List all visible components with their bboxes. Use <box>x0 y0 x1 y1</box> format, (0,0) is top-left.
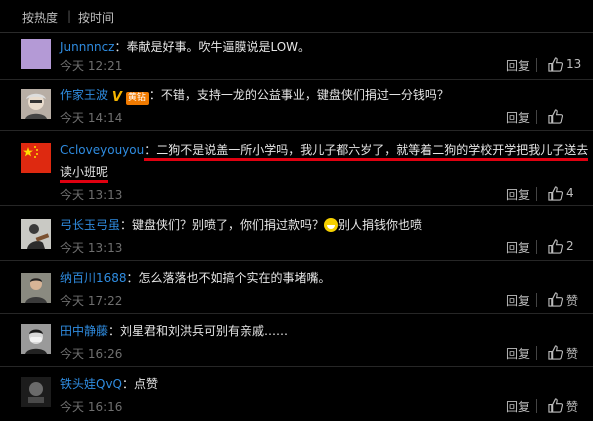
like-button[interactable]: 13 <box>548 57 588 73</box>
reply-button[interactable]: 回复 <box>506 292 530 309</box>
like-button[interactable]: 2 <box>548 239 588 255</box>
like-button[interactable]: 赞 <box>548 345 588 361</box>
divider <box>536 110 537 124</box>
reply-button[interactable]: 回复 <box>506 345 530 362</box>
comment-username[interactable]: 弓长玉弓虽 <box>60 218 120 232</box>
avatar[interactable] <box>21 377 51 407</box>
comment-time: 今天 13:13 <box>60 241 123 255</box>
like-button[interactable]: 4 <box>548 186 588 202</box>
comment-item: 铁头娃QvQ：点赞 今天 16:16 回复 赞 <box>0 367 593 421</box>
reply-button[interactable]: 回复 <box>506 57 530 74</box>
tab-separator: | <box>67 9 72 23</box>
thumbs-up-icon <box>548 109 563 124</box>
comment-time: 今天 12:21 <box>60 59 123 73</box>
verified-v-icon: V <box>111 90 122 105</box>
thumbs-up-icon <box>548 345 563 360</box>
comment-item: 田中静藤：刘星君和刘洪兵可别有亲戚…… 今天 16:26 回复 赞 <box>0 314 593 367</box>
like-count: 4 <box>566 186 574 200</box>
comment-item: 纳百川1688：怎么落落也不如搞个实在的事堵嘴。 今天 17:22 回复 赞 <box>0 261 593 314</box>
comment-username[interactable]: Ccloveyouyou <box>60 143 144 157</box>
like-count: 2 <box>566 239 574 253</box>
reply-button[interactable]: 回复 <box>506 239 530 256</box>
comment-text-highlighted-cont: 读小班呢 <box>60 165 109 183</box>
comment-time: 今天 16:16 <box>60 400 123 414</box>
like-count: 赞 <box>566 400 579 414</box>
tab-sort-by-time[interactable]: 按时间 <box>78 9 114 26</box>
like-button[interactable] <box>548 109 588 125</box>
avatar[interactable] <box>21 273 51 303</box>
comment-time: 今天 16:26 <box>60 347 123 361</box>
avatar[interactable] <box>21 89 51 119</box>
reply-button[interactable]: 回复 <box>506 398 530 415</box>
divider <box>536 399 537 413</box>
comment-text-highlighted: ：二狗不是说盖一所小学吗，我儿子都六岁了，就等着二狗的学校开学把我儿子送去 <box>144 143 589 161</box>
avatar[interactable] <box>21 39 51 69</box>
comment-username[interactable]: 铁头娃QvQ <box>60 377 122 391</box>
reply-button[interactable]: 回复 <box>506 109 530 126</box>
comment-text: ：刘星君和刘洪兵可别有亲戚…… <box>108 324 289 338</box>
comment-item: Ccloveyouyou：二狗不是说盖一所小学吗，我儿子都六岁了，就等着二狗的学… <box>0 131 593 206</box>
thumbs-up-icon <box>548 186 563 201</box>
comment-item: 作家王波 V 黄钻 ：不错，支持一龙的公益事业，键盘侠们捐过一分钱吗？ 今天 14:… <box>0 80 593 131</box>
comment-text: ：点赞 <box>122 377 159 391</box>
comment-username[interactable]: 作家王波 <box>60 88 108 102</box>
comment-time: 今天 17:22 <box>60 294 123 308</box>
comment-username[interactable]: Junnnncz <box>60 40 114 54</box>
avatar[interactable] <box>21 143 51 173</box>
comment-text: ：不错，支持一龙的公益事业，键盘侠们捐过一分钱吗？ <box>148 88 449 102</box>
like-button[interactable]: 赞 <box>548 398 588 414</box>
level-badge: 黄钻 <box>125 92 149 105</box>
avatar[interactable] <box>21 324 51 354</box>
thumbs-up-icon <box>548 57 563 72</box>
avatar[interactable] <box>21 219 51 249</box>
like-count: 13 <box>566 57 582 71</box>
divider <box>536 346 537 360</box>
thumbs-up-icon <box>548 398 563 413</box>
like-count: 赞 <box>566 347 579 361</box>
comment-text: ：奉献是好事。吹牛逼膜说是LOW。 <box>114 40 311 54</box>
divider <box>536 58 537 72</box>
divider <box>536 187 537 201</box>
tab-sort-by-hot[interactable]: 按热度 <box>22 9 58 26</box>
grin-emoji-icon <box>324 218 339 232</box>
like-button[interactable]: 赞 <box>548 292 588 308</box>
comment-text: ：键盘侠们？别喷了，你们捐过款吗？ <box>120 218 325 232</box>
like-count: 赞 <box>566 294 579 308</box>
comment-username[interactable]: 田中静藤 <box>60 324 108 338</box>
comment-username[interactable]: 纳百川1688 <box>60 271 127 285</box>
comment-item: Junnnncz：奉献是好事。吹牛逼膜说是LOW。 今天 12:21 回复 13 <box>0 33 593 80</box>
thumbs-up-icon <box>548 292 563 307</box>
comment-time: 今天 14:14 <box>60 111 123 125</box>
comment-time: 今天 13:13 <box>60 188 123 202</box>
thumbs-up-icon <box>548 239 563 254</box>
comment-text: ：怎么落落也不如搞个实在的事堵嘴。 <box>126 271 331 285</box>
reply-button[interactable]: 回复 <box>506 186 530 203</box>
divider <box>536 240 537 254</box>
sort-tabs: 按热度 | 按时间 <box>0 0 593 33</box>
divider <box>536 293 537 307</box>
comment-text-cont: 别人捐钱你也喷 <box>338 218 423 232</box>
comment-item: 弓长玉弓虽：键盘侠们？别喷了，你们捐过款吗？ 别人捐钱你也喷 今天 13:13 回… <box>0 206 593 261</box>
